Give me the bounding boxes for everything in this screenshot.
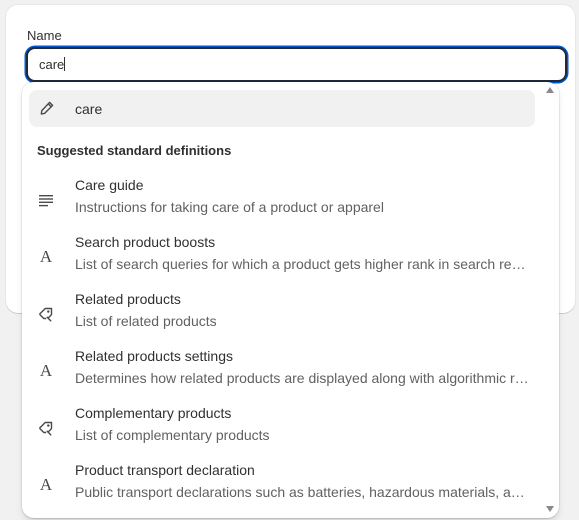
name-field-label: Name [27,28,62,43]
suggestion-description: List of complementary products [75,427,270,443]
suggestion-title: Related products settings [75,348,233,364]
suggestion-title: Complementary products [75,405,232,421]
suggestion-related-products-settings[interactable]: A Related products settings Determines h… [29,345,535,402]
pencil-icon [39,100,55,116]
scroll-down-arrow-icon[interactable] [546,506,554,512]
text-lines-icon [37,191,55,209]
scroll-up-arrow-icon[interactable] [546,87,554,93]
suggestion-product-transport-declaration[interactable]: A Product transport declaration Public t… [29,459,535,516]
scrollbar-thumb[interactable] [547,98,553,498]
suggested-definitions-heading: Suggested standard definitions [37,143,232,158]
name-suggestions-dropdown: care Suggested standard definitions Care… [22,82,559,518]
text-caret [64,57,66,71]
name-input[interactable]: care [26,47,567,82]
suggestion-search-product-boosts[interactable]: A Search product boosts List of search q… [29,231,535,288]
suggestion-title: Related products [75,291,181,307]
suggestion-title: Search product boosts [75,234,216,250]
name-input-value: care [39,57,66,73]
text-type-icon: A [39,361,53,380]
suggestion-description: List of related products [75,313,217,329]
custom-name-option[interactable]: care [29,90,535,127]
suggestion-description: List of search queries for which a produ… [75,256,531,272]
suggestion-title: Product transport declaration [75,462,255,478]
product-tag-icon [37,419,55,437]
suggestion-complementary-products[interactable]: Complementary products List of complemen… [29,402,535,459]
dropdown-scrollbar[interactable] [545,82,555,518]
suggestion-care-guide[interactable]: Care guide Instructions for taking care … [29,174,535,231]
text-type-icon: A [39,247,53,266]
suggestion-related-products[interactable]: Related products List of related product… [29,288,535,345]
custom-name-option-label: care [75,101,103,117]
text-type-icon: A [39,475,53,494]
suggestion-description: Public transport declarations such as ba… [75,484,531,500]
product-tag-icon [37,305,55,323]
suggestion-description: Determines how related products are disp… [75,370,531,386]
suggestion-description: Instructions for taking care of a produc… [75,199,384,215]
suggestion-title: Care guide [75,177,144,193]
name-input-text: care [39,57,65,72]
